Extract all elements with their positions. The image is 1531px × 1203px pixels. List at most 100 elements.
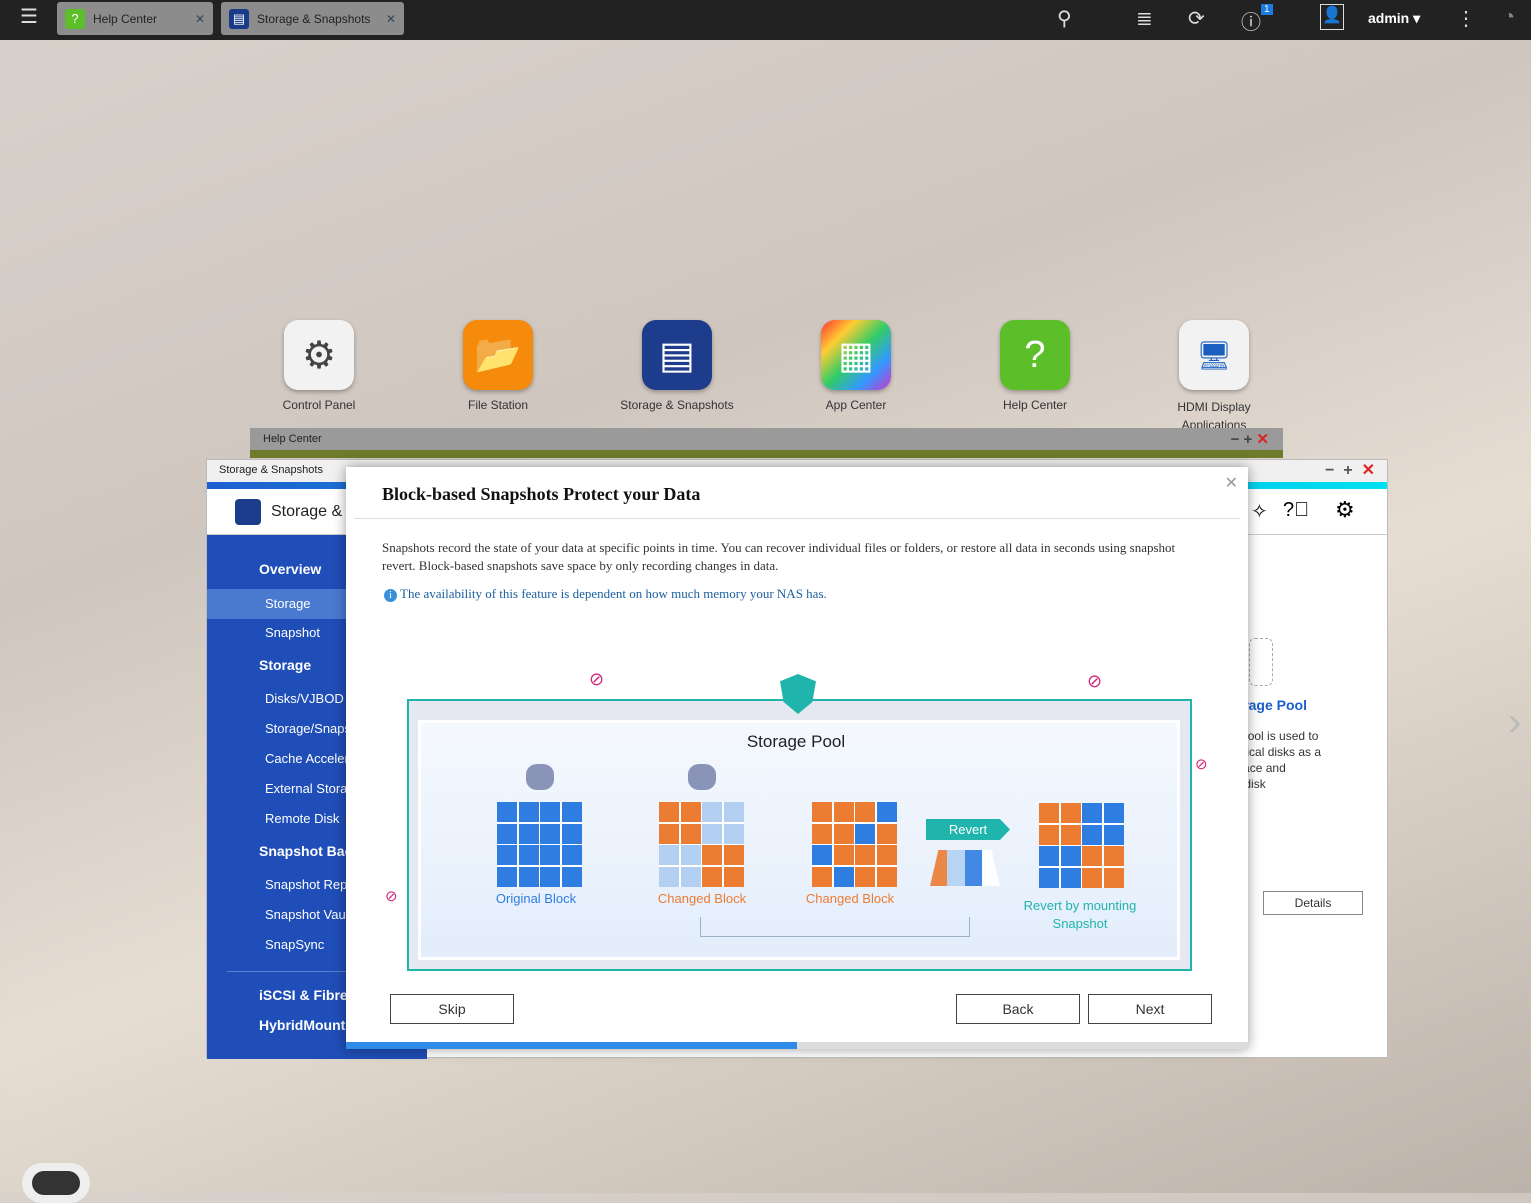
- desktop-icon-help-center[interactable]: ? Help Center: [945, 320, 1125, 412]
- block-grid: [812, 802, 897, 887]
- block-cell: [1039, 803, 1059, 823]
- sidebar-item[interactable]: Snapshot Backup: [259, 843, 347, 859]
- sidebar-item[interactable]: Disks/VJBOD: [265, 691, 347, 706]
- block-cell: [1060, 846, 1081, 866]
- block-cell: [497, 802, 517, 822]
- block-cell: [812, 823, 832, 844]
- help-icon: ?: [65, 8, 85, 29]
- menu-icon[interactable]: ☰: [20, 4, 38, 29]
- block-cell: [518, 823, 539, 844]
- block-cell: [540, 866, 560, 887]
- virus-blocked-icon: ⊘: [385, 888, 398, 905]
- block-cell: [561, 866, 582, 887]
- sidebar-item[interactable]: Storage: [207, 589, 347, 619]
- search-icon[interactable]: ⚲: [1057, 6, 1072, 31]
- desktop-icon-file-station[interactable]: 📂 File Station: [408, 320, 588, 412]
- desktop-icon-app-center[interactable]: ▦ App Center: [766, 320, 946, 412]
- block-grid: [659, 802, 744, 887]
- sidebar-item[interactable]: Snapshot: [265, 625, 347, 640]
- sidebar-item[interactable]: Remote Disk: [265, 811, 347, 826]
- next-arrow-icon[interactable]: ›: [1508, 700, 1521, 745]
- settings-icon[interactable]: ⚙: [1335, 497, 1355, 523]
- sync-icon[interactable]: ⟳: [1188, 6, 1205, 31]
- sidebar-item[interactable]: SnapSync: [265, 937, 347, 952]
- assistant-icon[interactable]: [22, 1163, 90, 1203]
- block-cell: [497, 845, 517, 865]
- block-cell: [1039, 846, 1059, 866]
- storage-icon: ▤: [229, 8, 249, 29]
- block-cell: [1103, 824, 1124, 845]
- sidebar-item[interactable]: Cache Acceleration: [265, 751, 347, 766]
- tasks-icon[interactable]: ≣: [1136, 6, 1153, 31]
- sidebar-item[interactable]: Overview: [259, 561, 347, 577]
- desktop-icon-control-panel[interactable]: ⚙ Control Panel: [229, 320, 409, 412]
- sidebar-item[interactable]: Snapshot Vault: [265, 907, 347, 922]
- sidebar-item[interactable]: Snapshot Replica: [265, 877, 347, 892]
- sidebar-item[interactable]: iSCSI & Fibre Channel: [259, 987, 347, 1003]
- database-icon: [688, 764, 716, 790]
- block-grid: [1039, 803, 1124, 888]
- block-cell: [1060, 867, 1081, 888]
- icon-label: Storage & Snapshots: [620, 398, 734, 412]
- info-icon[interactable]: ⓘ: [1241, 6, 1261, 35]
- close-icon[interactable]: ✕: [195, 12, 205, 26]
- block-cell: [659, 823, 679, 844]
- block-cell: [680, 802, 701, 822]
- block-cell: [497, 823, 517, 844]
- sidebar-item[interactable]: Storage/Snapshots: [265, 721, 347, 736]
- window-title: Help Center: [263, 433, 322, 445]
- icon-label: File Station: [467, 398, 529, 412]
- block-cell: [497, 866, 517, 887]
- details-button[interactable]: Details: [1263, 891, 1363, 915]
- close-icon[interactable]: ✕: [386, 12, 396, 26]
- back-button[interactable]: Back: [956, 994, 1080, 1024]
- divider: [227, 971, 347, 972]
- window-title: Storage & Snapshots: [219, 464, 323, 476]
- block-cell: [680, 845, 701, 865]
- block-cell: [723, 802, 744, 822]
- next-button[interactable]: Next: [1088, 994, 1212, 1024]
- dashboard-icon[interactable]: ◔: [1503, 6, 1515, 29]
- wizard-icon[interactable]: ✧: [1251, 499, 1268, 524]
- block-cell: [1060, 803, 1081, 823]
- sidebar-item[interactable]: External Storage: [265, 781, 347, 796]
- sidebar-item[interactable]: HybridMount: [259, 1017, 347, 1033]
- tab-help-center[interactable]: ? Help Center ✕: [57, 2, 213, 35]
- help-center-window[interactable]: Help Center − + ✕: [250, 428, 1283, 458]
- block-cell: [1082, 803, 1102, 823]
- block-cell: [855, 823, 875, 844]
- block-cell: [1103, 846, 1124, 866]
- window-accent: [250, 450, 1283, 458]
- block-cell: [812, 802, 832, 822]
- block-cell: [1082, 824, 1102, 845]
- user-icon[interactable]: 👤: [1320, 4, 1344, 30]
- label-revert-snapshot: Revert by mounting Snapshot: [1023, 898, 1137, 931]
- close-icon[interactable]: ✕: [1225, 473, 1238, 493]
- icon-label: Control Panel: [282, 398, 356, 412]
- block-cell: [876, 802, 897, 822]
- desktop-icon-hdmi[interactable]: 🖥 HDMI Display Applications: [1124, 320, 1304, 434]
- block-cell: [540, 845, 560, 865]
- block-cell: [812, 866, 832, 887]
- block-cell: [561, 823, 582, 844]
- window-controls[interactable]: − + ✕: [1325, 460, 1375, 480]
- memory-note: i The availability of this feature is de…: [384, 586, 827, 602]
- dialog-description: Snapshots record the state of your data …: [382, 540, 1176, 573]
- block-cell: [1103, 803, 1124, 823]
- block-cell: [833, 823, 854, 844]
- block-cell: [1082, 846, 1102, 866]
- block-cell: [1082, 867, 1102, 888]
- help-icon[interactable]: ?⃝: [1283, 499, 1309, 522]
- username: admin: [1368, 10, 1410, 26]
- more-icon[interactable]: ⋮: [1456, 6, 1476, 31]
- window-controls[interactable]: − + ✕: [1231, 430, 1269, 448]
- desktop-icon-storage-snapshots[interactable]: ▤ Storage & Snapshots: [587, 320, 767, 412]
- skip-button[interactable]: Skip: [390, 994, 514, 1024]
- virus-blocked-icon: ⊘: [1087, 671, 1103, 691]
- sidebar-item[interactable]: Storage: [259, 657, 347, 673]
- block-cell: [723, 866, 744, 887]
- label-changed-block: Changed Block: [657, 891, 747, 906]
- tab-storage-snapshots[interactable]: ▤ Storage & Snapshots ✕: [221, 2, 404, 35]
- tab-label: Help Center: [93, 11, 158, 26]
- user-menu[interactable]: admin ▾: [1368, 10, 1420, 27]
